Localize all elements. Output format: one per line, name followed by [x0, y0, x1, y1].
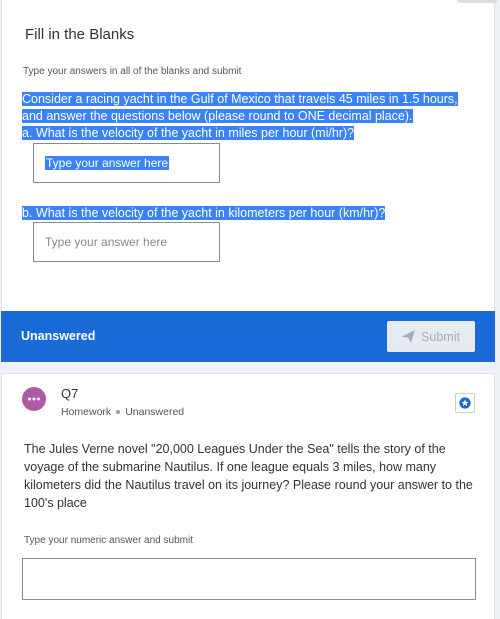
question-number: Q7 [61, 386, 79, 401]
question-b-text: b. What is the velocity of the yacht in … [22, 205, 386, 222]
card-title: Fill in the Blanks [25, 26, 135, 43]
answer-b-input[interactable]: Type your answer here [33, 222, 220, 262]
question-meta: Homework Unanswered [61, 406, 184, 418]
question-line: a. What is the velocity of the yacht in … [22, 126, 355, 140]
answer-a-placeholder: Type your answer here [45, 156, 170, 170]
separator-dot [116, 410, 121, 414]
bookmark-button[interactable] [455, 393, 475, 413]
question-b-line: b. What is the velocity of the yacht in … [22, 206, 386, 220]
question-line: Consider a racing yacht in the Gulf of M… [22, 92, 458, 106]
question-line: and answer the questions below (please r… [22, 109, 413, 123]
star-icon [459, 397, 471, 409]
answer-a-input[interactable]: Type your answer here [33, 143, 220, 183]
submit-label: Submit [421, 329, 460, 344]
card-top-tab [457, 0, 497, 3]
numeric-answer-input[interactable] [22, 558, 476, 600]
status-bar: Unanswered Submit [1, 311, 495, 362]
chat-bubble-icon [22, 387, 46, 411]
answer-b-placeholder: Type your answer here [45, 235, 168, 249]
card-instruction: Type your answers in all of the blanks a… [23, 66, 242, 77]
paper-plane-icon [402, 330, 415, 343]
question-card-q7: Q7 Homework Unanswered The Jules Verne n… [1, 373, 495, 619]
submit-button[interactable]: Submit [387, 321, 475, 352]
q7-instruction: Type your numeric answer and submit [24, 535, 193, 546]
status-label: Unanswered [21, 329, 96, 343]
question-type: Homework [61, 406, 112, 418]
question-text: Consider a racing yacht in the Gulf of M… [22, 91, 482, 142]
question-status: Unanswered [125, 406, 185, 418]
q7-question-text: The Jules Verne novel "20,000 Leagues Un… [24, 442, 473, 510]
fill-in-blanks-card: Fill in the Blanks Type your answers in … [1, 0, 497, 362]
